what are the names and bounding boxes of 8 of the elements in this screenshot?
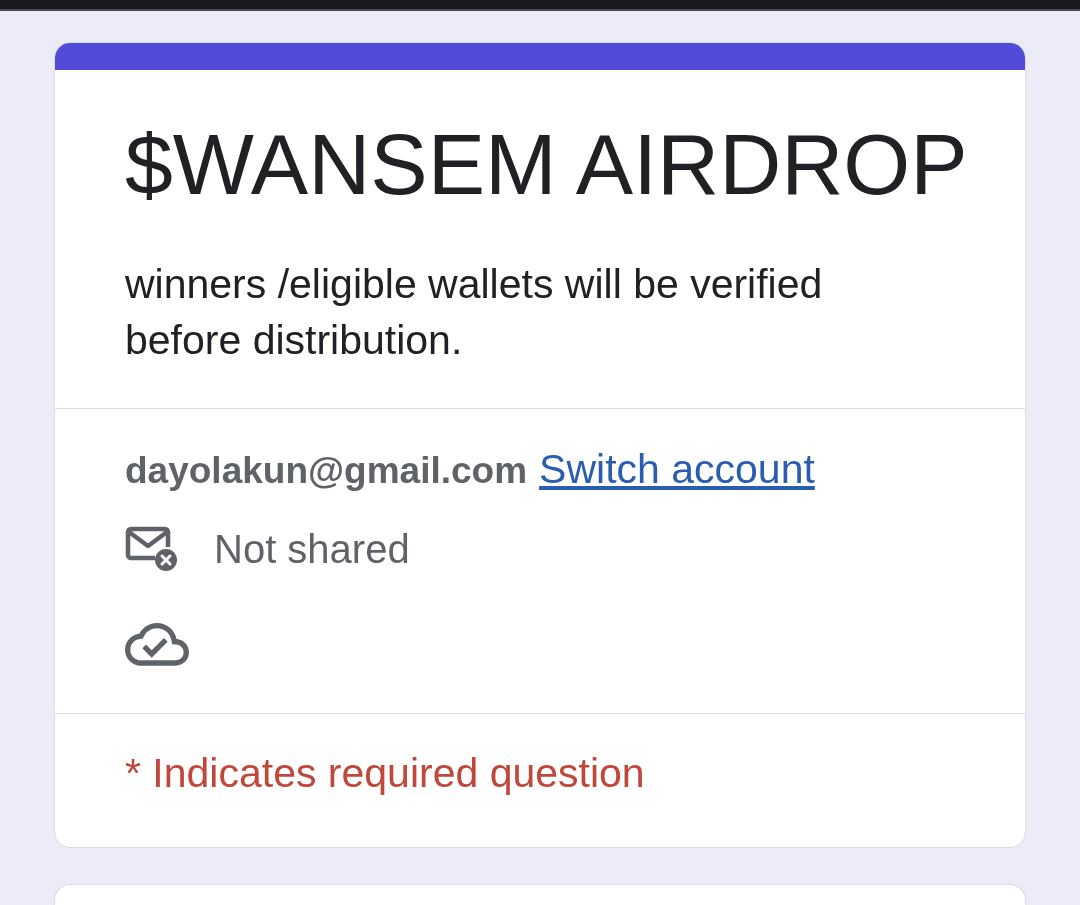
form-title: $WANSEM AIRDROP: [125, 115, 968, 214]
required-note: * Indicates required question: [125, 750, 645, 796]
email-status: Not shared: [214, 526, 410, 572]
form-description: winners /eligible wallets will be verified before distribution.: [125, 260, 824, 365]
mail-x-icon: [125, 526, 178, 572]
cloud-check-icon: [125, 621, 189, 669]
switch-account-link[interactable]: Switch account: [539, 445, 815, 493]
account-email: dayolakun@gmail.com: [125, 449, 528, 493]
